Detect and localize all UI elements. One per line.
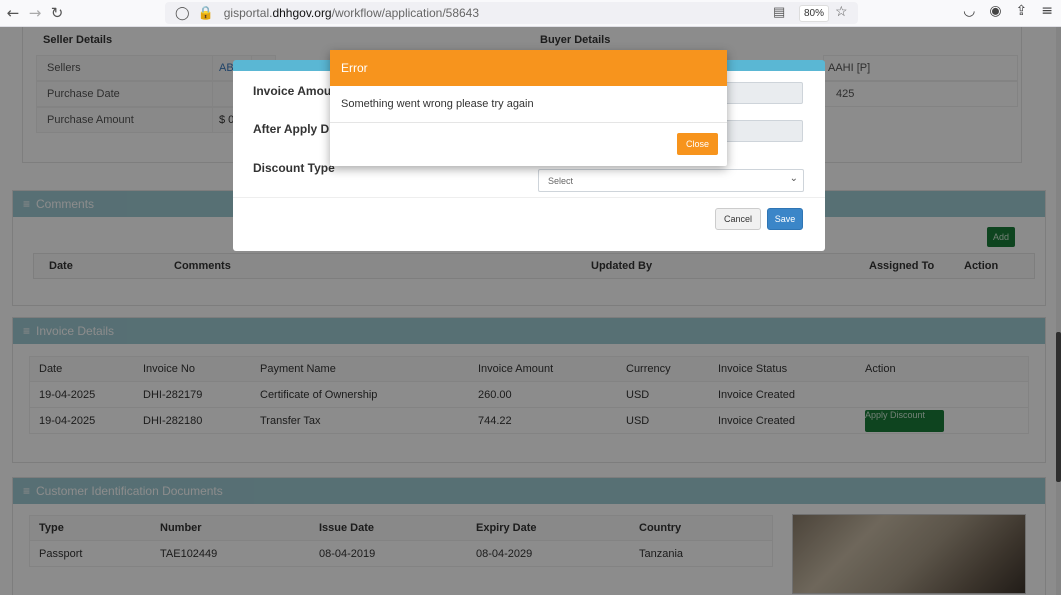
invoice-amount-label: Invoice Amoun [253, 84, 339, 98]
reader-view-icon[interactable]: ▤ [773, 4, 785, 20]
browser-toolbar: ← → ↻ ◯ 🔒 gisportal.dhhgov.org/workflow/… [0, 0, 1061, 27]
url-text[interactable]: gisportal.dhhgov.org/workflow/applicatio… [224, 6, 479, 20]
error-message: Something went wrong please try again [330, 86, 727, 123]
reload-icon[interactable]: ↻ [46, 2, 68, 24]
back-icon[interactable]: ← [2, 2, 24, 24]
pocket-icon[interactable]: ◡ [963, 3, 975, 19]
modal-divider [233, 197, 825, 198]
lock-icon[interactable]: 🔒 [198, 6, 214, 21]
select-value: Select [548, 175, 574, 186]
extensions-icon[interactable]: ⇪ [1016, 3, 1028, 19]
zoom-level[interactable]: 80% [799, 5, 830, 22]
discount-type-label: Discount Type [253, 161, 335, 175]
account-icon[interactable]: ◉ [989, 3, 1001, 19]
menu-icon[interactable]: ≡ [1041, 3, 1053, 19]
error-title: Error [330, 50, 727, 86]
shield-icon[interactable]: ◯ [175, 6, 190, 21]
close-button[interactable]: Close [677, 133, 718, 155]
chevron-down-icon: ⌄ [789, 173, 798, 184]
error-dialog: Error Something went wrong please try ag… [330, 50, 727, 166]
after-discount-label: After Apply Dis [253, 122, 340, 136]
cancel-button[interactable]: Cancel [715, 208, 761, 230]
bookmark-star-icon[interactable]: ☆ [835, 3, 848, 20]
forward-icon[interactable]: → [24, 2, 46, 24]
address-bar[interactable]: ◯ 🔒 gisportal.dhhgov.org/workflow/applic… [165, 2, 858, 24]
save-button[interactable]: Save [767, 208, 803, 230]
discount-type-select[interactable]: Select ⌄ [538, 169, 804, 192]
